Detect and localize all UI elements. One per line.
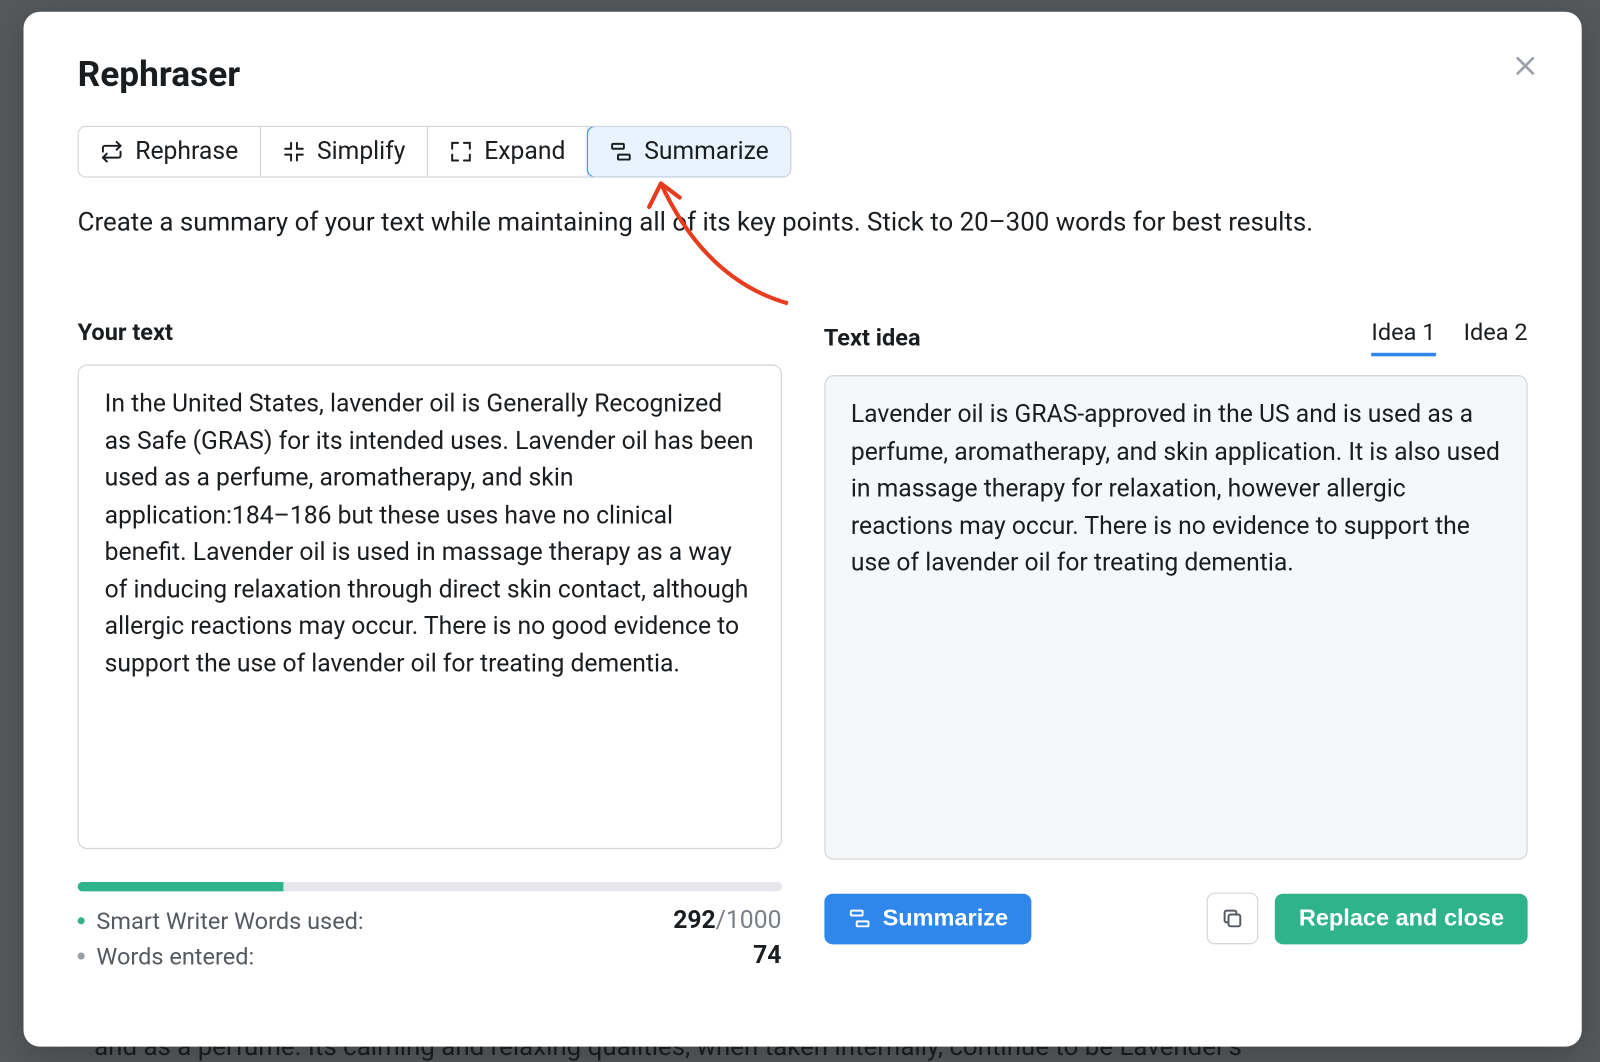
input-label: Your text [78,318,173,346]
dot-icon [78,953,85,960]
rephraser-modal: Rephraser Rephrase Simplify Expand Summa… [24,12,1582,1047]
mode-description: Create a summary of your text while main… [78,203,1528,242]
summarize-icon [847,907,871,931]
tab-label: Expand [484,138,565,166]
stat-label: Smart Writer Words used: [96,907,363,935]
output-textarea[interactable]: Lavender oil is GRAS-approved in the US … [824,375,1528,860]
button-label: Summarize [883,905,1009,932]
input-column: Your text In the United States, lavender… [78,318,782,974]
usage-stats: Smart Writer Words used: 292/1000 Words … [78,903,782,974]
tab-simplify[interactable]: Simplify [261,127,428,176]
simplify-icon [282,140,306,164]
output-column: Text idea Idea 1 Idea 2 Lavender oil is … [824,318,1528,974]
tab-rephrase[interactable]: Rephrase [79,127,261,176]
button-label: Replace and close [1299,905,1504,932]
tab-label: Summarize [644,138,769,166]
tab-summarize[interactable]: Summarize [587,126,792,178]
copy-button[interactable] [1207,893,1259,945]
copy-icon [1221,907,1245,931]
tab-expand[interactable]: Expand [428,127,588,176]
expand-icon [449,140,473,164]
stat-label: Words entered: [96,942,254,970]
input-textarea[interactable]: In the United States, lavender oil is Ge… [78,365,782,850]
usage-progress [78,882,782,891]
close-button[interactable] [1506,47,1544,85]
summarize-button[interactable]: Summarize [824,893,1032,944]
rephrase-icon [100,140,124,164]
stat-value: 74 [753,942,781,970]
tab-label: Simplify [317,138,405,166]
dot-icon [78,917,85,924]
replace-close-button[interactable]: Replace and close [1275,893,1527,944]
mode-tabs: Rephrase Simplify Expand Summarize [78,126,792,178]
close-icon [1512,53,1538,79]
idea-tabs: Idea 1 Idea 2 [1371,318,1527,357]
idea-tab-1[interactable]: Idea 1 [1371,318,1435,357]
tab-label: Rephrase [135,138,238,166]
output-label: Text idea [824,323,921,351]
usage-progress-fill [78,882,284,891]
idea-tab-2[interactable]: Idea 2 [1464,318,1528,357]
summarize-icon [609,140,633,164]
modal-title: Rephraser [78,54,1528,95]
stat-value: 292/1000 [673,907,781,935]
